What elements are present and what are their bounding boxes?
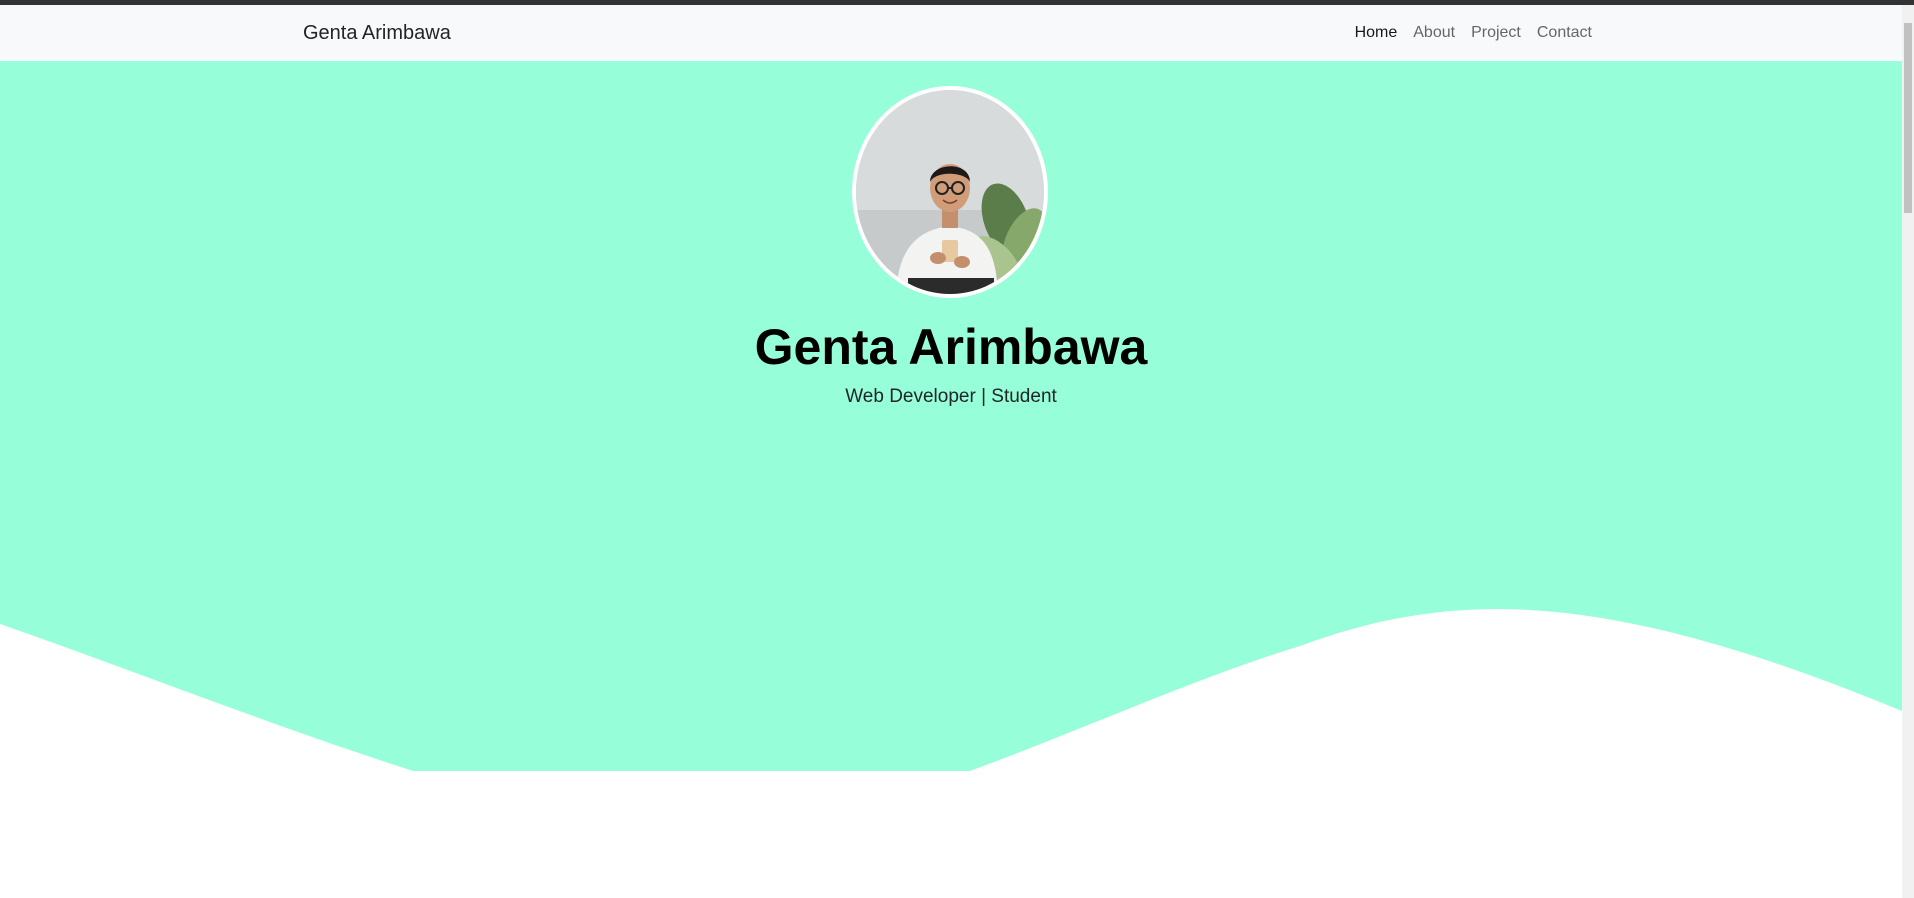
hero-name: Genta Arimbawa <box>754 319 1148 375</box>
scrollbar-thumb[interactable] <box>1904 23 1912 213</box>
hero-tagline: Web Developer | Student <box>845 386 1057 407</box>
nav-link-contact[interactable]: Contact <box>1537 24 1592 42</box>
nav-link-about[interactable]: About <box>1413 24 1455 42</box>
nav-links: Home About Project Contact <box>1355 24 1592 42</box>
nav-link-home[interactable]: Home <box>1355 24 1398 42</box>
hero-wave-divider <box>0 609 1902 839</box>
navbar-brand[interactable]: Genta Arimbawa <box>303 22 451 45</box>
profile-avatar <box>852 86 1048 298</box>
page-scrollbar[interactable] <box>1902 5 1914 898</box>
navbar: Genta Arimbawa Home About Project Contac… <box>0 5 1902 61</box>
nav-link-project[interactable]: Project <box>1471 24 1521 42</box>
